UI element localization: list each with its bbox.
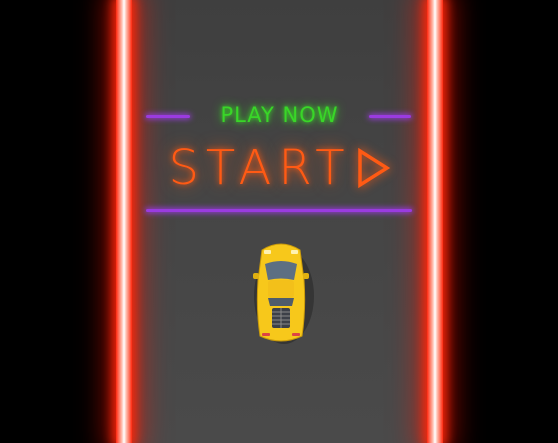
divider-top-right: [369, 115, 411, 118]
left-neon-wall: [116, 0, 132, 443]
divider-bottom: [146, 209, 412, 212]
start-button[interactable]: START: [146, 138, 412, 198]
player-car[interactable]: [248, 240, 314, 346]
game-stage: PLAY NOW START: [0, 0, 558, 443]
play-now-label: PLAY NOW: [220, 103, 339, 127]
right-neon-wall: [427, 0, 443, 443]
play-triangle-icon: [357, 148, 390, 188]
road: [130, 0, 428, 443]
start-label: START: [168, 140, 352, 196]
divider-top-left: [146, 115, 190, 118]
